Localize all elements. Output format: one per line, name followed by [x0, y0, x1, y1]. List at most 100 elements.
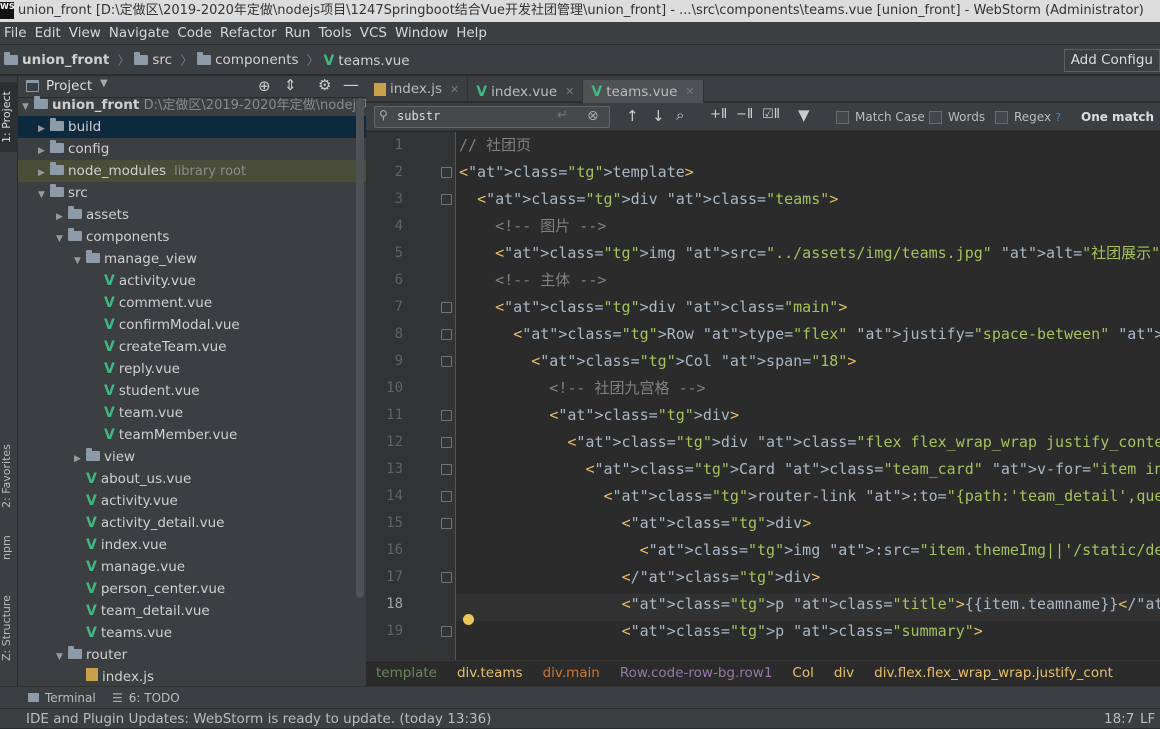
code-breadcrumb-item[interactable]: div.main [543, 665, 600, 681]
chevron-down-icon[interactable]: ▼ [100, 78, 108, 89]
tree-item[interactable]: Vindex.vue [18, 534, 366, 556]
fold-marker-icon[interactable] [441, 626, 452, 637]
expand-arrow-icon[interactable]: ▶ [38, 162, 50, 184]
words-option[interactable]: Words [929, 110, 985, 125]
remove-selection-icon[interactable]: −Ⅱ [736, 107, 753, 122]
code-line[interactable]: <"at">class="tg">template> [457, 159, 694, 186]
find-input-box[interactable]: ⚲ substr ↵ ⊗ [374, 106, 610, 128]
code-line[interactable]: <"at">class="tg">p "at">class="title">{{… [457, 591, 1160, 618]
expand-arrow-icon[interactable]: ▶ [56, 206, 68, 228]
previous-occurrence-icon[interactable]: ↑ [626, 107, 639, 125]
code-breadcrumb-item[interactable]: div [834, 665, 854, 681]
tree-item[interactable]: Vactivity.vue [18, 270, 366, 292]
structure-tool-tab[interactable]: Z: Structure [0, 588, 18, 668]
tree-item[interactable]: Vteam_detail.vue [18, 600, 366, 622]
menu-navigate[interactable]: Navigate [105, 22, 174, 44]
tree-item[interactable]: ▶ config [18, 138, 366, 160]
tree-item[interactable]: ▶ build [18, 116, 366, 138]
find-all-icon[interactable]: ⌕ [676, 106, 684, 124]
words-checkbox[interactable] [929, 111, 942, 124]
fold-marker-icon[interactable] [441, 572, 452, 583]
project-view-selector[interactable]: Project [46, 78, 92, 94]
locate-target-icon[interactable]: ⊕ [258, 77, 271, 95]
filter-icon[interactable]: ▼ [798, 106, 810, 124]
favorites-tool-tab[interactable]: 2: Favorites [0, 436, 18, 516]
fold-marker-icon[interactable] [441, 167, 452, 178]
expand-arrow-icon[interactable]: ▼ [56, 228, 68, 250]
tree-item[interactable]: Vteam.vue [18, 402, 366, 424]
expand-arrow-icon[interactable]: ▶ [74, 448, 86, 470]
tree-item[interactable]: Vperson_center.vue [18, 578, 366, 600]
add-configuration-button[interactable]: Add Configu [1063, 49, 1160, 72]
code-line[interactable]: <"at">class="tg">Card "at">class="team_c… [457, 456, 1160, 483]
code-view[interactable]: // 社团页 <"at">class="tg">template> <"at">c… [457, 132, 1160, 670]
code-breadcrumb-item[interactable]: div.flex.flex_wrap_wrap.justify_cont [874, 665, 1113, 681]
fold-marker-icon[interactable] [441, 464, 452, 475]
code-line[interactable]: <!-- 社团九宫格 --> [457, 375, 705, 402]
project-scrollbar[interactable] [356, 98, 364, 598]
match-case-option[interactable]: Match Case [836, 110, 925, 125]
tree-item[interactable]: Vstudent.vue [18, 380, 366, 402]
tree-item[interactable]: Vteams.vue [18, 622, 366, 644]
project-tool-tab[interactable]: 1: Project [0, 82, 18, 152]
tree-item[interactable]: VteamMember.vue [18, 424, 366, 446]
fold-marker-icon[interactable] [441, 356, 452, 367]
menu-code[interactable]: Code [173, 22, 216, 44]
code-line[interactable]: <"at">class="tg">div "at">class="teams"> [457, 186, 838, 213]
code-line[interactable]: <"at">class="tg">p "at">class="summary"> [457, 618, 983, 645]
code-line[interactable]: <"at">class="tg">img "at">src="../assets… [457, 240, 1160, 267]
expand-arrow-icon[interactable]: ▶ [38, 140, 50, 162]
code-line[interactable]: <!-- 图片 --> [457, 213, 606, 240]
menu-run[interactable]: Run [281, 22, 315, 44]
code-line[interactable]: <"at">class="tg">Col "at">span="18"> [457, 348, 856, 375]
tree-item[interactable]: Vactivity_detail.vue [18, 512, 366, 534]
line-separator[interactable]: LF [1140, 709, 1155, 729]
code-line[interactable]: </"at">class="tg">div> [457, 564, 821, 591]
menu-help[interactable]: Help [452, 22, 491, 44]
code-line[interactable]: <"at">class="tg">div "at">class="flex fl… [457, 429, 1160, 456]
terminal-tool-tab[interactable]: Terminal [28, 687, 96, 709]
fold-marker-icon[interactable] [441, 437, 452, 448]
expand-arrow-icon[interactable]: ▼ [56, 646, 68, 668]
fold-marker-icon[interactable] [441, 194, 452, 205]
code-breadcrumb-item[interactable]: template [376, 665, 437, 681]
code-breadcrumb-item[interactable]: Row.code-row-bg.row1 [620, 665, 773, 681]
code-line[interactable]: <"at">class="tg">div> [457, 402, 739, 429]
code-line[interactable]: <"at">class="tg">router-link "at">:to="{… [457, 483, 1160, 510]
status-message[interactable]: IDE and Plugin Updates: WebStorm is read… [26, 709, 491, 729]
code-line[interactable]: <"at">class="tg">Row "at">type="flex" "a… [457, 321, 1160, 348]
fold-marker-icon[interactable] [441, 329, 452, 340]
menu-window[interactable]: Window [391, 22, 452, 44]
menu-tools[interactable]: Tools [314, 22, 355, 44]
tree-item[interactable]: ▼ components [18, 226, 366, 248]
nav-crumb-components[interactable]: components [197, 45, 299, 75]
expand-arrow-icon[interactable]: ▼ [22, 96, 34, 118]
menu-vcs[interactable]: VCS [356, 22, 391, 44]
tab-index-vue[interactable]: Vindex.vue ✕ [468, 78, 584, 105]
find-query[interactable]: substr [397, 109, 440, 123]
match-case-checkbox[interactable] [836, 111, 849, 124]
lightbulb-icon[interactable] [463, 614, 474, 625]
tree-item[interactable]: Vmanage.vue [18, 556, 366, 578]
regex-help-link[interactable]: ? [1055, 111, 1061, 124]
tree-item[interactable]: Vactivity.vue [18, 490, 366, 512]
menu-view[interactable]: View [65, 22, 105, 44]
menu-file[interactable]: File [0, 22, 31, 44]
newline-icon[interactable]: ↵ [557, 108, 568, 123]
tree-item[interactable]: Vcomment.vue [18, 292, 366, 314]
hide-panel-icon[interactable]: — [343, 76, 359, 94]
close-icon[interactable]: ✕ [685, 85, 694, 98]
nav-crumb-project[interactable]: union_front [4, 45, 109, 75]
tree-item[interactable]: ▼ manage_view [18, 248, 366, 270]
expand-arrow-icon[interactable]: ▼ [38, 184, 50, 206]
code-line[interactable]: <"at">class="tg">div "at">class="main"> [457, 294, 847, 321]
tree-item[interactable]: Vreply.vue [18, 358, 366, 380]
regex-checkbox[interactable] [995, 111, 1008, 124]
tree-item[interactable]: ▼ router [18, 644, 366, 666]
close-icon[interactable]: ✕ [565, 85, 574, 98]
fold-marker-icon[interactable] [441, 410, 452, 421]
tree-root-union-front[interactable]: ▼ union_front D:\定做区\2019-2020年定做\nodejs项 [18, 94, 366, 116]
collapse-all-icon[interactable]: ⇕ [284, 76, 297, 94]
close-icon[interactable]: ✕ [450, 83, 459, 96]
tree-item[interactable]: ▶ assets [18, 204, 366, 226]
